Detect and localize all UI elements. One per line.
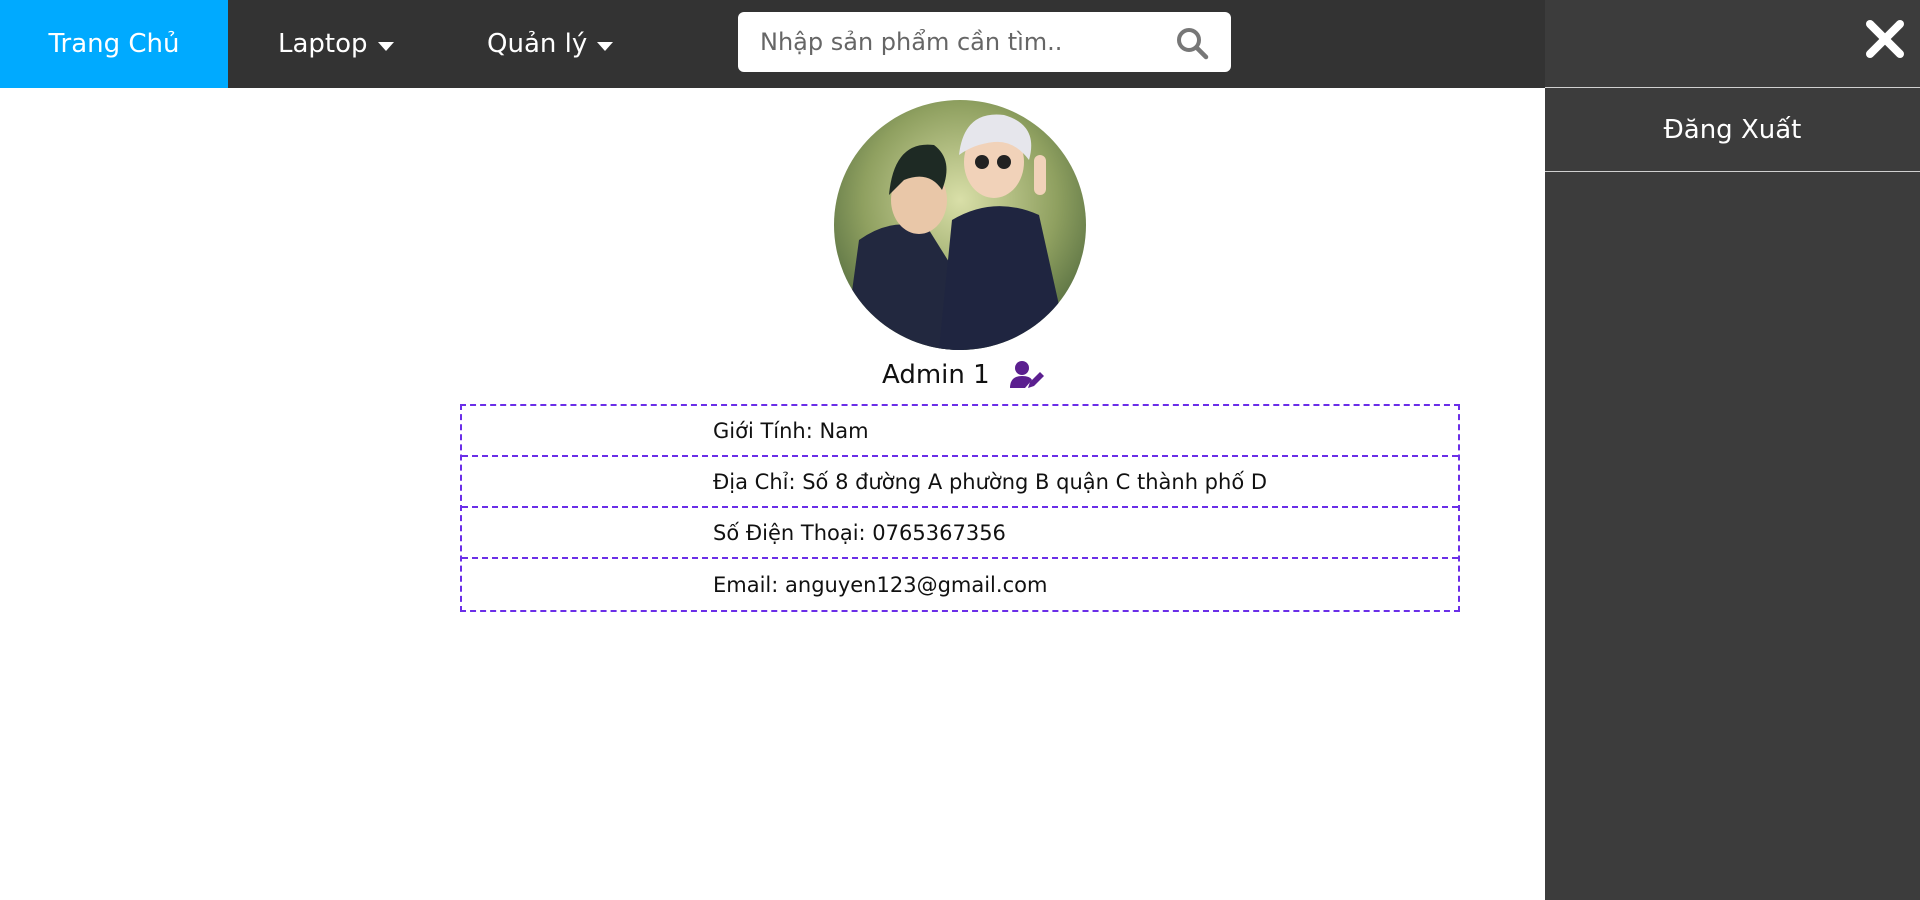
- close-icon[interactable]: [1864, 18, 1906, 60]
- nav-home-label: Trang Chủ: [48, 29, 180, 59]
- info-row-email: Email: anguyen123@gmail.com: [462, 559, 1458, 610]
- info-row-address: Địa Chỉ: Số 8 đường A phường B quận C th…: [462, 457, 1458, 508]
- sidebar-panel: Đăng Xuất: [1545, 0, 1920, 900]
- caret-down-icon: [377, 41, 394, 51]
- search-bar: [738, 12, 1231, 72]
- profile-name: Admin 1: [882, 360, 990, 390]
- address-text: Địa Chỉ: Số 8 đường A phường B quận C th…: [713, 469, 1268, 494]
- profile-info-table: Giới Tính: Nam Địa Chỉ: Số 8 đường A phư…: [460, 404, 1460, 612]
- avatar: [834, 100, 1086, 350]
- nav-manage-label: Quản lý: [487, 29, 588, 59]
- profile-header: Admin 1: [0, 360, 1920, 400]
- top-navbar: Trang Chủ Laptop Quản lý: [0, 0, 1545, 88]
- search-input[interactable]: [760, 28, 1160, 56]
- logout-label: Đăng Xuất: [1663, 114, 1802, 145]
- caret-down-icon: [597, 41, 614, 51]
- nav-laptop-label: Laptop: [278, 29, 368, 59]
- search-icon[interactable]: [1175, 26, 1209, 60]
- nav-manage-dropdown[interactable]: Quản lý: [487, 0, 614, 88]
- nav-home[interactable]: Trang Chủ: [0, 0, 228, 88]
- nav-laptop-dropdown[interactable]: Laptop: [278, 0, 394, 88]
- logout-button[interactable]: Đăng Xuất: [1545, 88, 1920, 172]
- info-row-phone: Số Điện Thoại: 0765367356: [462, 508, 1458, 559]
- user-edit-icon[interactable]: [1009, 360, 1044, 390]
- info-row-gender: Giới Tính: Nam: [462, 406, 1458, 457]
- profile-name-wrap: Admin 1: [882, 360, 1044, 390]
- email-text: Email: anguyen123@gmail.com: [713, 572, 1048, 597]
- phone-text: Số Điện Thoại: 0765367356: [713, 520, 1006, 545]
- avatar-image: [834, 100, 1086, 350]
- gender-text: Giới Tính: Nam: [713, 418, 869, 443]
- sidebar-header: [1545, 0, 1920, 88]
